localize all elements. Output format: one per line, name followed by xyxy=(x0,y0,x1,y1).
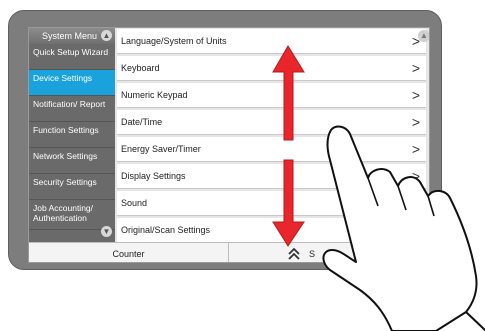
gesture-overlay xyxy=(272,45,485,331)
scroll-arrow-down xyxy=(272,159,305,247)
hand-gesture-icon xyxy=(322,125,485,331)
scroll-arrow-up xyxy=(272,45,305,141)
